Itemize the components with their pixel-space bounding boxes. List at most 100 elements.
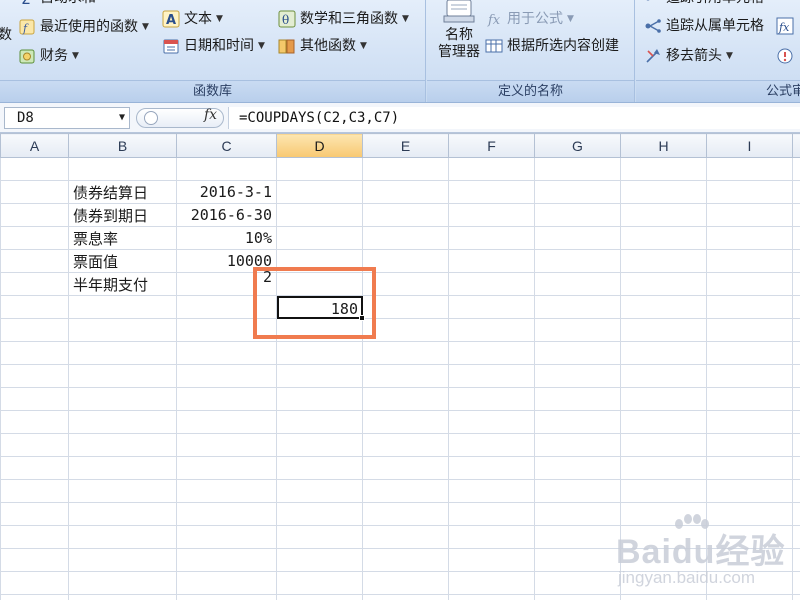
- cell[interactable]: [706, 479, 793, 503]
- cell-g2[interactable]: [534, 180, 621, 204]
- cell-g8[interactable]: [534, 318, 621, 342]
- cell[interactable]: [448, 594, 535, 600]
- cell[interactable]: [792, 479, 800, 503]
- cell-j2[interactable]: [792, 180, 800, 204]
- cell[interactable]: [706, 387, 793, 411]
- use-in-formula-button[interactable]: fx 用于公式 ▼: [485, 7, 574, 31]
- insert-function-button[interactable]: 数: [0, 23, 12, 47]
- cell[interactable]: [0, 571, 69, 595]
- cell[interactable]: [276, 479, 363, 503]
- cell-f5[interactable]: [448, 249, 535, 273]
- cell-a8[interactable]: [0, 318, 69, 342]
- math-functions-button[interactable]: θ 数学和三角函数 ▼: [278, 7, 409, 31]
- cell-f6[interactable]: [448, 272, 535, 296]
- cell[interactable]: [362, 341, 449, 365]
- cell[interactable]: [448, 410, 535, 434]
- fill-handle[interactable]: [359, 315, 365, 321]
- cell[interactable]: [68, 364, 177, 388]
- cell[interactable]: [620, 502, 707, 526]
- column-header-d[interactable]: D: [276, 133, 363, 158]
- cell[interactable]: [0, 341, 69, 365]
- cell[interactable]: [620, 548, 707, 572]
- cell-h3[interactable]: [620, 203, 707, 227]
- column-header-j[interactable]: [792, 133, 800, 158]
- cell[interactable]: [176, 479, 277, 503]
- cell[interactable]: [534, 364, 621, 388]
- column-header-e[interactable]: E: [362, 133, 449, 158]
- cell-b5[interactable]: 票面值: [68, 249, 177, 273]
- cell-i1[interactable]: [706, 157, 793, 181]
- column-header-c[interactable]: C: [176, 133, 277, 158]
- cell[interactable]: [176, 525, 277, 549]
- cell-c1[interactable]: [176, 157, 277, 181]
- cell[interactable]: [0, 525, 69, 549]
- cell-f8[interactable]: [448, 318, 535, 342]
- cell-d5[interactable]: [276, 249, 363, 273]
- cell[interactable]: [276, 571, 363, 595]
- cell-i4[interactable]: [706, 226, 793, 250]
- cell[interactable]: [0, 548, 69, 572]
- cell-g5[interactable]: [534, 249, 621, 273]
- cell-f7[interactable]: [448, 295, 535, 319]
- cell-e2[interactable]: [362, 180, 449, 204]
- cell[interactable]: [706, 525, 793, 549]
- cell[interactable]: [534, 502, 621, 526]
- cell-b7[interactable]: [68, 295, 177, 319]
- cell[interactable]: [534, 387, 621, 411]
- cell[interactable]: [534, 571, 621, 595]
- datetime-functions-button[interactable]: 日期和时间 ▼: [162, 34, 265, 58]
- cell-f2[interactable]: [448, 180, 535, 204]
- cell[interactable]: [706, 571, 793, 595]
- cell-d2[interactable]: [276, 180, 363, 204]
- cell[interactable]: [534, 525, 621, 549]
- column-header-f[interactable]: F: [448, 133, 535, 158]
- cell[interactable]: [362, 525, 449, 549]
- column-header-a[interactable]: A: [0, 133, 69, 158]
- more-functions-button[interactable]: 其他函数 ▼: [278, 34, 367, 58]
- cell[interactable]: [276, 594, 363, 600]
- cell[interactable]: [176, 433, 277, 457]
- cell-i7[interactable]: [706, 295, 793, 319]
- cell-b2[interactable]: 债券结算日: [68, 180, 177, 204]
- cell-h2[interactable]: [620, 180, 707, 204]
- cell-c2[interactable]: 2016-3-1: [176, 180, 277, 204]
- cell-h5[interactable]: [620, 249, 707, 273]
- cell[interactable]: [68, 479, 177, 503]
- cell[interactable]: [448, 433, 535, 457]
- cell-a7[interactable]: [0, 295, 69, 319]
- cell[interactable]: [362, 410, 449, 434]
- cell[interactable]: [792, 456, 800, 480]
- show-formulas-button[interactable]: fx: [776, 14, 798, 38]
- cell-j6[interactable]: [792, 272, 800, 296]
- column-header-i[interactable]: I: [706, 133, 793, 158]
- cell[interactable]: [620, 341, 707, 365]
- cell-j3[interactable]: [792, 203, 800, 227]
- cell[interactable]: [620, 525, 707, 549]
- cell[interactable]: [706, 433, 793, 457]
- cell-d1[interactable]: [276, 157, 363, 181]
- cell[interactable]: [620, 410, 707, 434]
- cell[interactable]: [0, 410, 69, 434]
- cell[interactable]: [706, 456, 793, 480]
- cell-c3[interactable]: 2016-6-30: [176, 203, 277, 227]
- formula-input[interactable]: =COUPDAYS(C2,C3,C7): [228, 107, 800, 129]
- cell[interactable]: [362, 479, 449, 503]
- cell-h6[interactable]: [620, 272, 707, 296]
- cell-b8[interactable]: [68, 318, 177, 342]
- cell-b3[interactable]: 债券到期日: [68, 203, 177, 227]
- cell-e1[interactable]: [362, 157, 449, 181]
- cell-e5[interactable]: [362, 249, 449, 273]
- cell[interactable]: [176, 548, 277, 572]
- cell-d3[interactable]: [276, 203, 363, 227]
- cell-e3[interactable]: [362, 203, 449, 227]
- cell[interactable]: [448, 502, 535, 526]
- cell[interactable]: [448, 479, 535, 503]
- column-header-h[interactable]: H: [620, 133, 707, 158]
- cell[interactable]: [0, 456, 69, 480]
- cell-c6[interactable]: 2: [176, 268, 277, 296]
- cell[interactable]: [792, 410, 800, 434]
- cell[interactable]: [176, 341, 277, 365]
- cell[interactable]: [276, 456, 363, 480]
- error-checking-button[interactable]: [776, 44, 798, 68]
- cell[interactable]: [534, 433, 621, 457]
